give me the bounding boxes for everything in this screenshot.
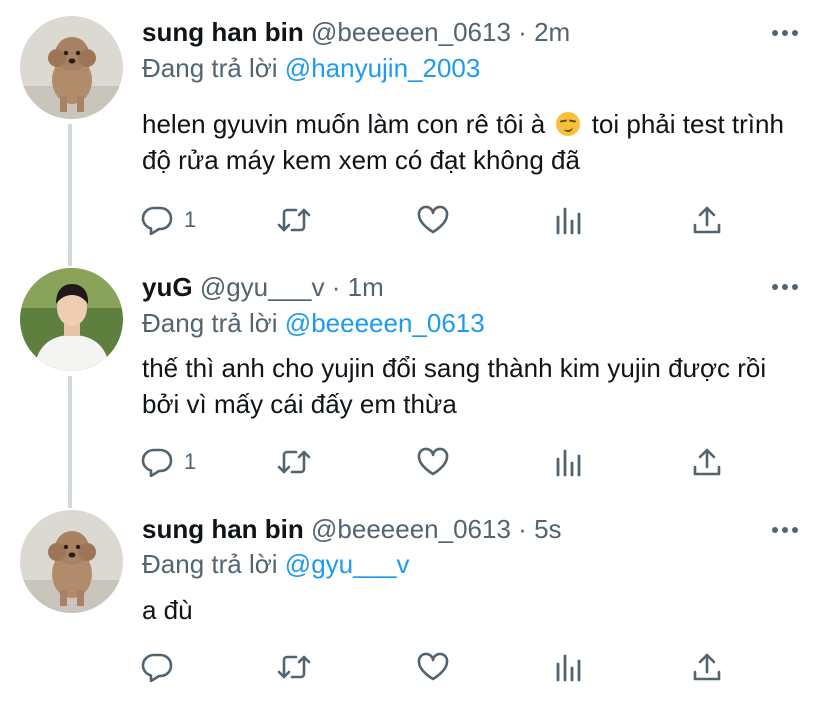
reply-button[interactable]: 1 bbox=[140, 203, 196, 237]
retweet-icon bbox=[277, 450, 311, 474]
avatar[interactable] bbox=[20, 268, 123, 371]
tweet-text: thế thì anh cho yujin đổi sang thành kim… bbox=[142, 353, 767, 419]
tweet-header: sung han bin @beeeeen_0613 · 2m bbox=[142, 15, 570, 49]
replying-to-link[interactable]: @gyu___v bbox=[285, 549, 410, 579]
reply-count: 1 bbox=[184, 207, 197, 232]
smirk-emoji bbox=[556, 112, 581, 136]
tweet-text: helen gyuvin muốn làm con rê tôi à toi p… bbox=[142, 106, 792, 178]
avatar[interactable] bbox=[20, 16, 123, 119]
separator-dot: · bbox=[518, 17, 527, 47]
action-bar: 1 bbox=[140, 445, 730, 479]
share-icon bbox=[693, 206, 721, 234]
share-icon bbox=[693, 653, 721, 681]
reply-icon bbox=[141, 448, 173, 477]
replying-to-label: Đang trả lời bbox=[142, 53, 278, 83]
action-bar: 1 bbox=[140, 203, 730, 237]
reply-count: 1 bbox=[184, 449, 197, 474]
analytics-icon bbox=[556, 207, 581, 235]
more-icon[interactable] bbox=[772, 527, 798, 533]
share-button[interactable] bbox=[692, 650, 722, 684]
user-handle[interactable]: @beeeeen_0613 bbox=[311, 514, 511, 544]
timestamp[interactable]: 5s bbox=[534, 514, 561, 544]
retweet-icon bbox=[277, 655, 311, 679]
analytics-button[interactable] bbox=[554, 203, 584, 237]
tweet-header: yuG @gyu___v · 1m bbox=[142, 270, 384, 304]
display-name[interactable]: sung han bin bbox=[142, 17, 304, 47]
tweet-1[interactable]: sung han bin @beeeeen_0613 · 2m Đang trả… bbox=[0, 0, 828, 258]
reply-button[interactable] bbox=[140, 650, 184, 684]
tweet-header: sung han bin @beeeeen_0613 · 5s bbox=[142, 512, 562, 546]
reply-icon bbox=[141, 653, 173, 682]
avatar[interactable] bbox=[20, 510, 123, 613]
replying-to: Đang trả lời @beeeeen_0613 bbox=[142, 306, 485, 340]
share-button[interactable] bbox=[692, 445, 722, 479]
like-icon bbox=[417, 652, 449, 681]
more-icon[interactable] bbox=[772, 284, 798, 290]
display-name[interactable]: yuG bbox=[142, 272, 193, 302]
analytics-button[interactable] bbox=[554, 650, 584, 684]
tweet-text: a đù bbox=[142, 595, 193, 625]
separator-dot: · bbox=[518, 514, 527, 544]
like-button[interactable] bbox=[416, 650, 450, 684]
reply-button[interactable]: 1 bbox=[140, 445, 196, 479]
like-icon bbox=[417, 205, 449, 234]
reply-icon bbox=[141, 206, 173, 235]
replying-to: Đang trả lời @hanyujin_2003 bbox=[142, 51, 480, 85]
user-handle[interactable]: @gyu___v bbox=[200, 272, 325, 302]
retweet-icon bbox=[277, 208, 311, 232]
like-icon bbox=[417, 447, 449, 476]
tweet-text-part: helen gyuvin muốn làm con rê tôi à bbox=[142, 109, 546, 139]
retweet-button[interactable] bbox=[276, 445, 312, 479]
analytics-icon bbox=[556, 449, 581, 477]
replying-to-link[interactable]: @hanyujin_2003 bbox=[285, 53, 481, 83]
tweet-2[interactable]: yuG @gyu___v · 1m Đang trả lời @beeeeen_… bbox=[0, 258, 828, 502]
share-button[interactable] bbox=[692, 203, 722, 237]
analytics-button[interactable] bbox=[554, 445, 584, 479]
user-handle[interactable]: @beeeeen_0613 bbox=[311, 17, 511, 47]
more-icon[interactable] bbox=[772, 30, 798, 36]
retweet-button[interactable] bbox=[276, 650, 312, 684]
replying-to-label: Đang trả lời bbox=[142, 549, 278, 579]
replying-to-label: Đang trả lời bbox=[142, 308, 278, 338]
replying-to: Đang trả lời @gyu___v bbox=[142, 547, 410, 581]
timestamp[interactable]: 2m bbox=[534, 17, 570, 47]
like-button[interactable] bbox=[416, 203, 450, 237]
separator-dot: · bbox=[331, 272, 341, 302]
analytics-icon bbox=[556, 654, 581, 682]
replying-to-link[interactable]: @beeeeen_0613 bbox=[285, 308, 485, 338]
share-icon bbox=[693, 448, 721, 476]
display-name[interactable]: sung han bin bbox=[142, 514, 304, 544]
retweet-button[interactable] bbox=[276, 203, 312, 237]
action-bar bbox=[140, 650, 730, 684]
like-button[interactable] bbox=[416, 445, 450, 479]
tweet-3[interactable]: sung han bin @beeeeen_0613 · 5s Đang trả… bbox=[0, 502, 828, 704]
timestamp[interactable]: 1m bbox=[348, 272, 384, 302]
